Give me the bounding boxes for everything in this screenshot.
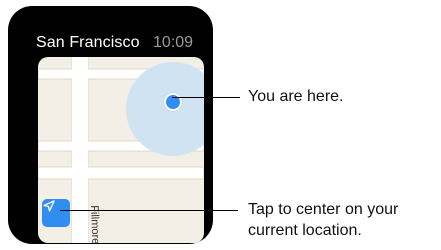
callout-center-button: Tap to center on your current location. — [248, 199, 398, 241]
watch-time: 10:09 — [153, 34, 194, 51]
road-vertical-overlay — [72, 57, 88, 243]
current-location-dot — [164, 93, 182, 111]
map-view[interactable]: Fillmore St — [38, 57, 204, 243]
watch-frame: San Francisco 10:09 Fillmore St — [8, 6, 213, 244]
road-horizontal-lower — [38, 166, 204, 180]
callout-line-center — [60, 210, 238, 211]
callout-center-line2: current location. — [248, 222, 362, 239]
callout-current-location: You are here. — [248, 88, 344, 105]
location-arrow-icon — [43, 200, 55, 212]
location-title: San Francisco — [36, 34, 140, 51]
callout-line-location — [172, 97, 240, 98]
callout-center-line1: Tap to center on your — [248, 201, 399, 218]
center-location-button[interactable] — [42, 199, 70, 227]
